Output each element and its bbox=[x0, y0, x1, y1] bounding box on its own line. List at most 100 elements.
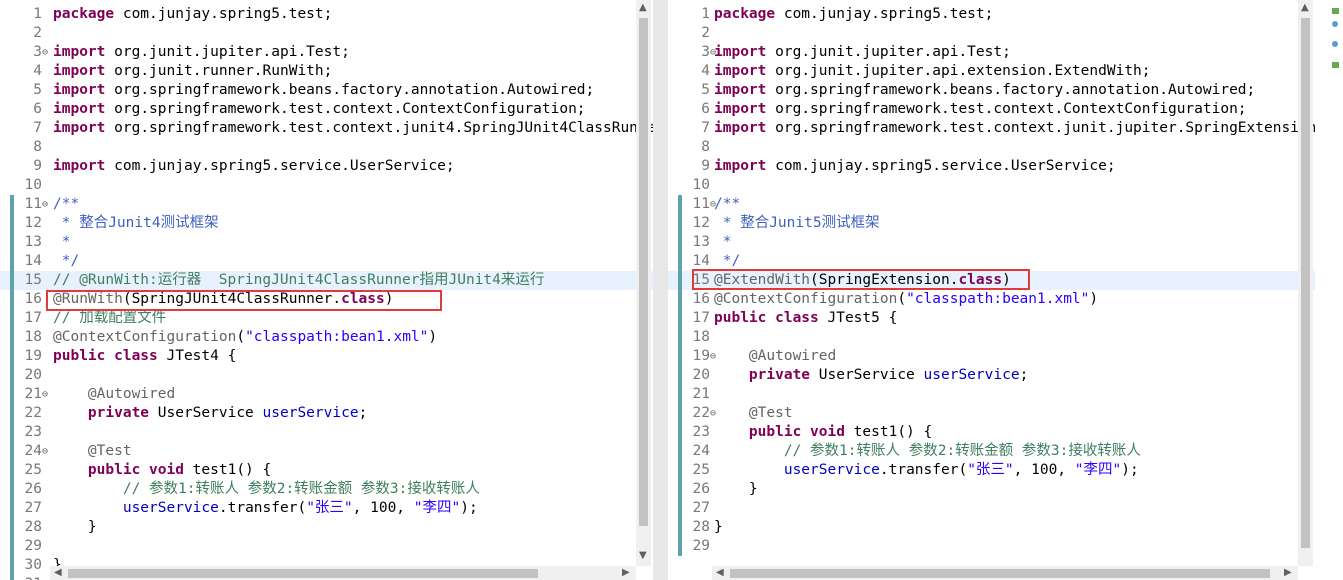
scroll-thumb[interactable] bbox=[639, 18, 648, 526]
scroll-right-arrow-icon[interactable]: ▶ bbox=[622, 567, 630, 578]
code-text: } bbox=[714, 518, 723, 537]
code-text: import org.springframework.test.context.… bbox=[714, 119, 1315, 138]
code-line[interactable]: 10 bbox=[668, 176, 1315, 195]
member-icon[interactable] bbox=[1332, 21, 1338, 27]
code-line[interactable]: 29 bbox=[668, 537, 1315, 556]
code-line[interactable]: 5 import org.springframework.beans.factor… bbox=[0, 81, 653, 100]
code-line[interactable]: 6 import org.springframework.test.context… bbox=[0, 100, 653, 119]
code-line[interactable]: 23 public void test1() { bbox=[668, 423, 1315, 442]
code-line[interactable]: 27 userService.transfer("张三", 100, "李四")… bbox=[0, 499, 653, 518]
line-number: 3 bbox=[33, 44, 42, 60]
member-icon[interactable] bbox=[1332, 41, 1338, 47]
code-line[interactable]: 19 ⊖ @Autowired bbox=[668, 347, 1315, 366]
code-line[interactable]: 22 ⊖ @Test bbox=[668, 404, 1315, 423]
code-line[interactable]: 28} bbox=[668, 518, 1315, 537]
code-line[interactable]: 25 userService.transfer("张三", 100, "李四")… bbox=[668, 461, 1315, 480]
code-line[interactable]: 1 package com.junjay.spring5.test; bbox=[668, 5, 1315, 24]
code-line[interactable]: 8 bbox=[668, 138, 1315, 157]
gear-icon[interactable] bbox=[1332, 62, 1339, 68]
change-marker bbox=[678, 442, 682, 461]
code-token: import bbox=[53, 120, 106, 136]
code-line[interactable]: 17 // 加载配置文件 bbox=[0, 309, 653, 328]
code-line[interactable]: 11 ⊖/** bbox=[668, 195, 1315, 214]
fold-toggle-icon[interactable]: ⊖ bbox=[42, 385, 52, 404]
scroll-thumb[interactable] bbox=[1301, 18, 1310, 548]
code-line[interactable]: 26 // 参数1:转账人 参数2:转账金额 参数3:接收转账人 bbox=[0, 480, 653, 499]
code-line[interactable]: 13 * bbox=[668, 233, 1315, 252]
code-line[interactable]: 28 } bbox=[0, 518, 653, 537]
scroll-left-arrow-icon[interactable]: ◀ bbox=[716, 567, 724, 578]
code-line[interactable]: 18 @ContextConfiguration("classpath:bean1… bbox=[0, 328, 653, 347]
code-token: org.springframework.test.context.junit.j… bbox=[775, 120, 1315, 136]
code-line[interactable]: 19 public class JTest4 { bbox=[0, 347, 653, 366]
code-line[interactable]: 6 import org.springframework.test.context… bbox=[668, 100, 1315, 119]
code-line[interactable]: 21 bbox=[668, 385, 1315, 404]
code-line[interactable]: 26 } bbox=[668, 480, 1315, 499]
vertical-scrollbar-left[interactable]: ▲ ▼ bbox=[636, 0, 651, 566]
fold-toggle-icon[interactable]: ⊖ bbox=[42, 195, 52, 214]
code-line[interactable]: 9 import com.junjay.spring5.service.UserS… bbox=[668, 157, 1315, 176]
code-line[interactable]: 10 bbox=[0, 176, 653, 195]
fold-toggle-icon[interactable]: ⊖ bbox=[42, 43, 52, 62]
code-line[interactable]: 20 private UserService userService; bbox=[668, 366, 1315, 385]
fold-toggle-icon[interactable]: ⊖ bbox=[42, 442, 52, 461]
code-line[interactable]: 25 public void test1() { bbox=[0, 461, 653, 480]
code-line[interactable]: 18 bbox=[668, 328, 1315, 347]
code-line[interactable]: 13 * bbox=[0, 233, 653, 252]
editor-pane-left[interactable]: 1 package com.junjay.spring5.test; 2 3 ⊖ impo… bbox=[0, 0, 653, 580]
code-line[interactable]: 2 bbox=[0, 24, 653, 43]
line-number: 21 bbox=[24, 386, 42, 402]
split-divider[interactable] bbox=[653, 0, 668, 580]
code-line[interactable]: 22 private UserService userService; bbox=[0, 404, 653, 423]
scroll-right-arrow-icon[interactable]: ▶ bbox=[1284, 567, 1292, 578]
code-token: private bbox=[748, 367, 811, 383]
code-token: org.springframework.beans.factory.annota… bbox=[775, 82, 1256, 98]
line-number: 29 bbox=[24, 538, 42, 554]
code-line[interactable]: 24 // 参数1:转账人 参数2:转账金额 参数3:接收转账人 bbox=[668, 442, 1315, 461]
code-line[interactable]: 21 ⊖ @Autowired bbox=[0, 385, 653, 404]
code-line[interactable]: 29 bbox=[0, 537, 653, 556]
code-line[interactable]: 2 bbox=[668, 24, 1315, 43]
code-line[interactable]: 17 public class JTest5 { bbox=[668, 309, 1315, 328]
change-marker bbox=[10, 537, 14, 556]
code-line[interactable]: 3 ⊖ import org.junit.jupiter.api.Test; bbox=[0, 43, 653, 62]
horizontal-scrollbar-right[interactable]: ◀ ▶ bbox=[712, 566, 1298, 580]
change-marker bbox=[678, 461, 682, 480]
line-number: 8 bbox=[33, 139, 42, 155]
code-line[interactable]: 23 bbox=[0, 423, 653, 442]
code-line[interactable]: 9 import com.junjay.spring5.service.UserS… bbox=[0, 157, 653, 176]
code-text: // 参数1:转账人 参数2:转账金额 参数3:接收转账人 bbox=[714, 442, 1141, 461]
scroll-left-arrow-icon[interactable]: ◀ bbox=[54, 567, 62, 578]
scroll-down-arrow-icon[interactable]: ▼ bbox=[639, 550, 647, 561]
code-line[interactable]: 20 bbox=[0, 366, 653, 385]
code-line[interactable]: 4 import org.junit.runner.RunWith; bbox=[0, 62, 653, 81]
code-line[interactable]: 12 * 整合Junit5测试框架 bbox=[668, 214, 1315, 233]
code-token: // 参数1:转账人 参数2:转账金额 参数3:接收转账人 bbox=[783, 443, 1141, 459]
code-line[interactable]: 7 import org.springframework.test.context… bbox=[668, 119, 1315, 138]
vertical-scrollbar-right[interactable]: ▲ bbox=[1298, 0, 1313, 566]
scroll-thumb[interactable] bbox=[68, 569, 538, 578]
scroll-thumb[interactable] bbox=[730, 569, 1270, 578]
scroll-up-arrow-icon[interactable]: ▲ bbox=[639, 2, 647, 13]
code-line[interactable]: 1 package com.junjay.spring5.test; bbox=[0, 5, 653, 24]
code-token: test1() { bbox=[844, 424, 933, 440]
code-line[interactable]: 3 ⊖ import org.junit.jupiter.api.Test; bbox=[668, 43, 1315, 62]
code-line[interactable]: 4 import org.junit.jupiter.api.extension.… bbox=[668, 62, 1315, 81]
code-line[interactable]: 12 * 整合Junit4测试框架 bbox=[0, 214, 653, 233]
line-number: 23 bbox=[24, 424, 42, 440]
code-line[interactable]: 15 // @RunWith:运行器 SpringJUnit4ClassRunne… bbox=[0, 271, 653, 290]
scroll-up-arrow-icon[interactable]: ▲ bbox=[1301, 2, 1309, 13]
horizontal-scrollbar-left[interactable]: ◀ ▶ bbox=[50, 566, 636, 580]
outline-icon[interactable] bbox=[1332, 8, 1339, 14]
code-line[interactable]: 5 import org.springframework.beans.factor… bbox=[668, 81, 1315, 100]
code-line[interactable]: 11 ⊖/** bbox=[0, 195, 653, 214]
code-line[interactable]: 24 ⊖ @Test bbox=[0, 442, 653, 461]
code-line[interactable]: 27 bbox=[668, 499, 1315, 518]
code-line[interactable]: 16 @ContextConfiguration("classpath:bean1… bbox=[668, 290, 1315, 309]
code-line[interactable]: 8 bbox=[0, 138, 653, 157]
line-number: 1 bbox=[33, 6, 42, 22]
code-line[interactable]: 7 import org.springframework.test.context… bbox=[0, 119, 653, 138]
code-line[interactable]: 14 */ bbox=[0, 252, 653, 271]
editor-pane-right[interactable]: 1 package com.junjay.spring5.test; 2 3 ⊖ impo… bbox=[668, 0, 1315, 580]
